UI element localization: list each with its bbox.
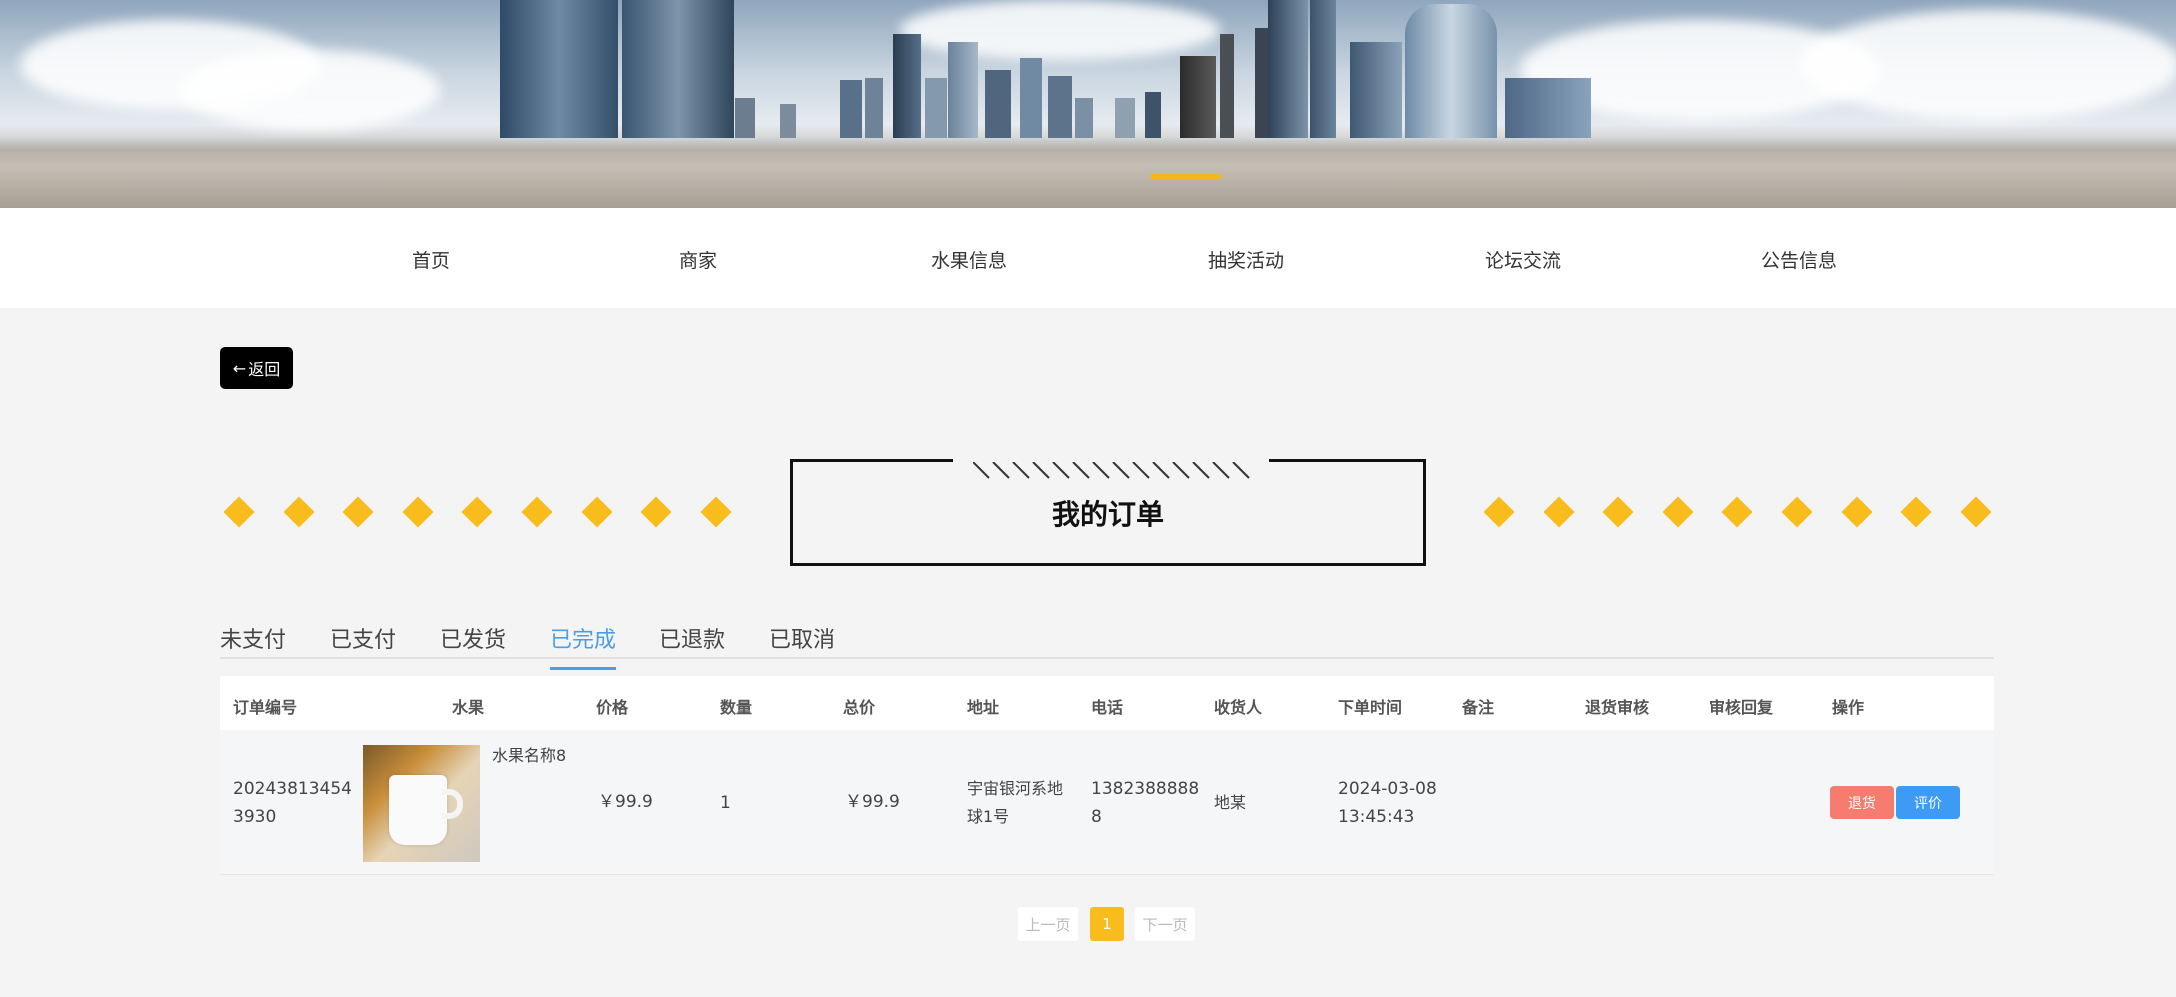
col-address: 地址 — [967, 698, 1000, 717]
col-review-reply: 审核回复 — [1709, 698, 1774, 717]
col-order-time: 下单时间 — [1338, 698, 1403, 717]
hero-banner — [0, 0, 2176, 208]
back-button-label: 返回 — [248, 360, 281, 379]
prev-page-button[interactable]: 上一页 — [1018, 907, 1078, 941]
page-title: 我的订单 — [1051, 497, 1164, 531]
tab-cancelled[interactable]: 已取消 — [769, 622, 835, 664]
nav-item-home[interactable]: 首页 — [412, 246, 450, 273]
order-time: 2024-03-08 13:45:43 — [1338, 779, 1437, 827]
page-1-button[interactable]: 1 — [1090, 907, 1124, 941]
carousel-indicator[interactable] — [1150, 174, 1222, 179]
next-page-button[interactable]: 下一页 — [1135, 907, 1195, 941]
tab-paid[interactable]: 已支付 — [330, 622, 396, 664]
col-receiver: 收货人 — [1214, 698, 1263, 717]
table-header: 订单编号 水果 价格 数量 总价 地址 电话 收货人 下单时间 备注 退货审核 … — [220, 676, 1994, 730]
review-button[interactable]: 评价 — [1896, 786, 1960, 819]
tab-refunded[interactable]: 已退款 — [659, 622, 725, 664]
tab-unpaid[interactable]: 未支付 — [220, 622, 286, 664]
nav-item-fruit-info[interactable]: 水果信息 — [931, 246, 1007, 273]
col-fruit: 水果 — [452, 698, 485, 717]
table-row: 20243813454 3930 水果名称8 ￥99.9 1 ￥99.9 宇宙银… — [220, 730, 1994, 875]
order-status-tabs: 未支付 已支付 已发货 已完成 已退款 已取消 — [220, 612, 1994, 670]
col-price: 价格 — [596, 698, 629, 717]
col-quantity: 数量 — [720, 698, 753, 717]
col-order-no: 订单编号 — [233, 698, 298, 717]
hatch-decoration — [973, 462, 1250, 479]
col-total: 总价 — [843, 698, 876, 717]
refund-button[interactable]: 退货 — [1830, 786, 1894, 819]
fruit-image[interactable] — [363, 745, 480, 862]
main-nav: 首页 商家 水果信息 抽奖活动 论坛交流 公告信息 — [0, 208, 2176, 308]
col-actions: 操作 — [1832, 698, 1865, 717]
col-remark: 备注 — [1462, 698, 1495, 717]
nav-item-forum[interactable]: 论坛交流 — [1485, 246, 1561, 273]
col-return-review: 退货审核 — [1585, 698, 1650, 717]
fruit-name: 水果名称8 — [492, 746, 567, 765]
nav-item-lottery[interactable]: 抽奖活动 — [1208, 246, 1284, 273]
order-no: 20243813454 3930 — [233, 779, 352, 827]
orders-table: 订单编号 水果 价格 数量 总价 地址 电话 收货人 下单时间 备注 退货审核 … — [220, 676, 1994, 875]
address: 宇宙银河系地 球1号 — [967, 779, 1064, 826]
price: ￥99.9 — [598, 792, 653, 812]
page-title-box: 我的订单 — [790, 456, 1426, 566]
tab-shipped[interactable]: 已发货 — [440, 622, 506, 664]
total-price: ￥99.9 — [845, 792, 900, 812]
nav-item-merchant[interactable]: 商家 — [679, 246, 717, 273]
quantity: 1 — [720, 793, 731, 813]
nav-item-announcements[interactable]: 公告信息 — [1761, 246, 1837, 273]
col-phone: 电话 — [1091, 698, 1124, 717]
receiver: 地某 — [1214, 793, 1247, 812]
tab-completed[interactable]: 已完成 — [550, 622, 617, 670]
back-button[interactable]: ← 返回 — [220, 347, 293, 389]
phone: 1382388888 8 — [1091, 779, 1200, 827]
arrow-left-icon: ← — [232, 358, 247, 378]
